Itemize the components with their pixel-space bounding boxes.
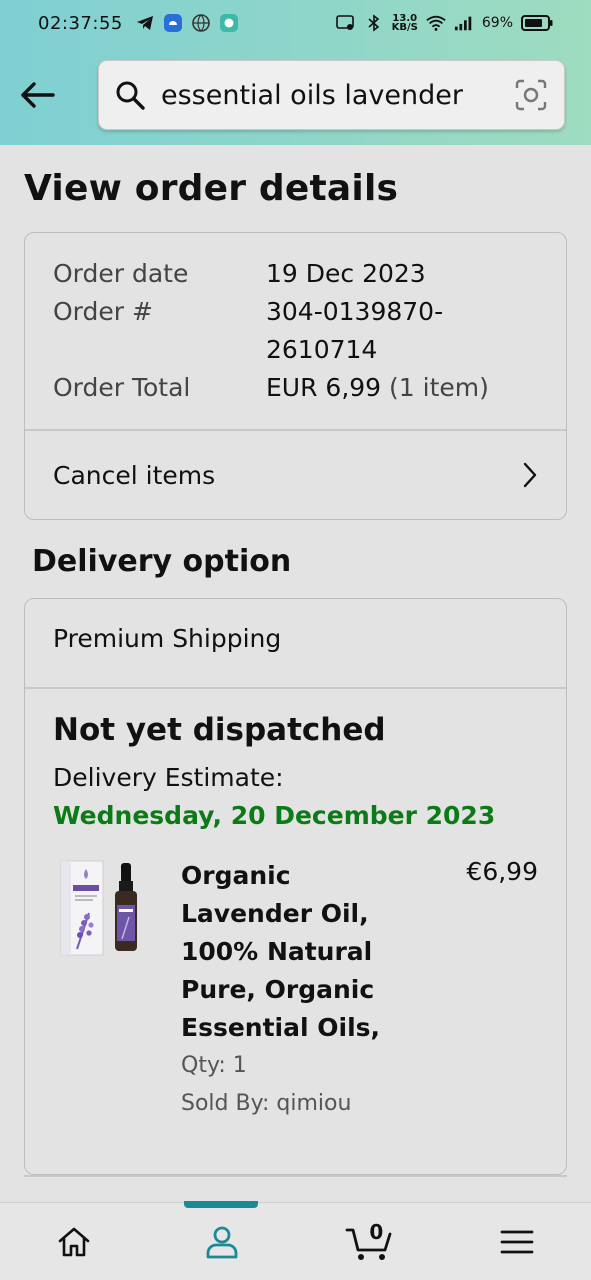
divider bbox=[25, 687, 566, 689]
telegram-icon bbox=[135, 13, 155, 33]
product-title-line: Organic bbox=[181, 861, 291, 890]
order-total-label: Order Total bbox=[53, 373, 191, 402]
cast-icon bbox=[335, 13, 356, 33]
android-app-icon bbox=[163, 13, 183, 33]
delivery-estimate-date: Wednesday, 20 December 2023 bbox=[53, 801, 496, 830]
order-summary-card: Order date 19 Dec 2023 Order # 304-01398… bbox=[24, 232, 567, 520]
search-input[interactable]: essential oils lavender bbox=[161, 80, 512, 111]
delivery-section-title: Delivery option bbox=[32, 544, 292, 579]
product-title-line: Pure, Organic bbox=[181, 975, 375, 1004]
net-speed-unit: KB/S bbox=[391, 22, 418, 33]
globe-icon bbox=[191, 13, 211, 33]
page-title: View order details bbox=[24, 168, 399, 209]
product-seller: Sold By: qimiou bbox=[181, 1091, 352, 1116]
nav-cart[interactable]: 0 bbox=[296, 1203, 444, 1280]
header: 02:37:55 13.0 KB/S 69% essential oils la… bbox=[0, 0, 591, 145]
cancel-items-button[interactable]: Cancel items bbox=[25, 431, 566, 519]
product-price: €6,99 bbox=[466, 857, 538, 886]
order-number-label: Order # bbox=[53, 297, 153, 326]
chat-app-icon bbox=[219, 13, 239, 33]
camera-scan-icon[interactable] bbox=[512, 76, 550, 114]
product-title[interactable]: Organic Lavender Oil, 100% Natural Pure,… bbox=[181, 857, 391, 1047]
dispatch-status: Not yet dispatched bbox=[53, 712, 386, 748]
delivery-card: Premium Shipping Not yet dispatched Deli… bbox=[24, 598, 567, 1175]
delivery-estimate-label: Delivery Estimate: bbox=[53, 763, 284, 792]
shipping-method: Premium Shipping bbox=[53, 624, 282, 653]
order-date-label: Order date bbox=[53, 259, 189, 288]
order-total-items: (1 item) bbox=[389, 373, 489, 402]
order-total-amount: EUR 6,99 bbox=[266, 373, 382, 402]
search-icon bbox=[113, 78, 147, 112]
status-bar: 02:37:55 13.0 KB/S 69% bbox=[0, 0, 591, 46]
active-tab-indicator bbox=[183, 1201, 258, 1208]
order-date-value: 19 Dec 2023 bbox=[266, 259, 426, 288]
order-number-line2: 2610714 bbox=[266, 335, 378, 364]
nav-home[interactable] bbox=[0, 1203, 148, 1280]
order-number-line1: 304-0139870- bbox=[266, 297, 444, 326]
battery-percent: 69% bbox=[481, 15, 513, 31]
nav-menu[interactable] bbox=[443, 1203, 591, 1280]
product-image[interactable] bbox=[59, 857, 149, 959]
divider bbox=[24, 1175, 567, 1177]
product-title-line: Essential Oils, bbox=[181, 1013, 381, 1042]
net-speed: 13.0 KB/S bbox=[391, 14, 418, 33]
battery-icon bbox=[521, 13, 553, 33]
back-arrow-icon bbox=[21, 82, 55, 108]
order-total-value: EUR 6,99 (1 item) bbox=[266, 373, 489, 402]
bottom-nav: 0 bbox=[0, 1201, 591, 1280]
back-button[interactable] bbox=[14, 72, 60, 118]
bluetooth-icon bbox=[364, 13, 384, 33]
cancel-items-label: Cancel items bbox=[53, 460, 216, 490]
home-icon bbox=[58, 1227, 90, 1256]
signal-icon bbox=[454, 13, 474, 33]
chevron-right-icon bbox=[523, 462, 537, 488]
menu-icon bbox=[500, 1230, 534, 1253]
search-bar[interactable]: essential oils lavender bbox=[98, 60, 565, 130]
product-title-line: 100% Natural bbox=[181, 937, 373, 966]
cart-count: 0 bbox=[369, 1219, 384, 1244]
product-quantity: Qty: 1 bbox=[181, 1053, 247, 1078]
account-icon bbox=[206, 1226, 238, 1258]
wifi-icon bbox=[426, 13, 446, 33]
status-time: 02:37:55 bbox=[38, 12, 123, 34]
product-title-line: Lavender Oil, bbox=[181, 899, 369, 928]
nav-account[interactable] bbox=[148, 1201, 296, 1280]
